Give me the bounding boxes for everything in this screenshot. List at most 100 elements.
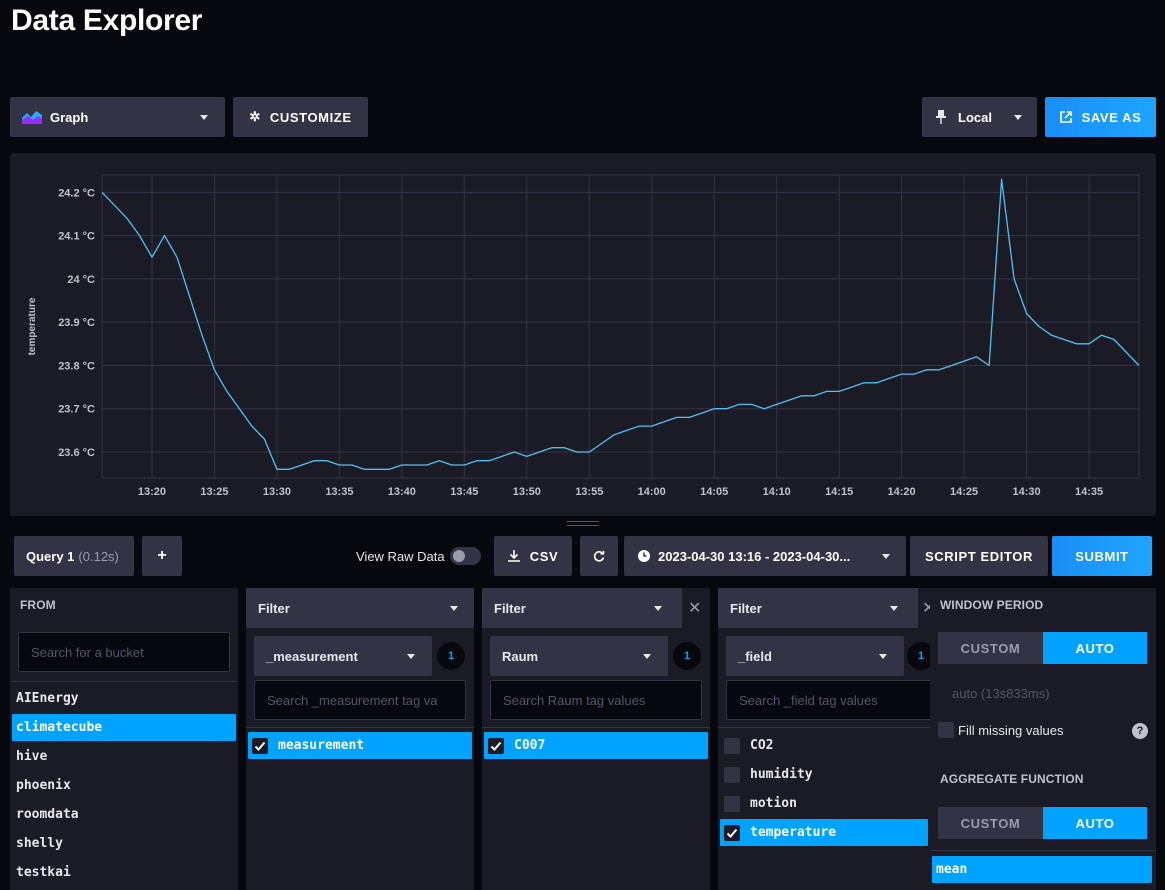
tag-search-input[interactable]: Search Raum tag values [490, 680, 702, 720]
filter-header-label: Filter [730, 600, 762, 616]
refresh-button[interactable] [580, 536, 618, 576]
tag-search-placeholder: Search _measurement tag va [267, 692, 438, 708]
tag-search-placeholder: Search Raum tag values [503, 692, 646, 708]
tag-value-label: measurement [278, 738, 365, 753]
tag-value-label: C007 [514, 738, 546, 753]
x-tick-label: 13:20 [138, 486, 166, 498]
resize-handle[interactable] [567, 521, 599, 522]
chevron-down-icon [407, 654, 415, 659]
query-tab[interactable]: Query 1 (0.12s) [14, 536, 134, 576]
bucket-item[interactable]: climatecube [12, 714, 236, 741]
tag-value-item[interactable]: temperature [720, 819, 928, 846]
tag-key-dropdown[interactable]: _field [726, 636, 904, 676]
customize-button[interactable]: ✲ CUSTOMIZE [233, 97, 368, 137]
chevron-down-icon [879, 654, 887, 659]
y-tick-label: 23.9 °C [58, 317, 95, 329]
aggregate-custom-button[interactable]: CUSTOM [938, 807, 1043, 839]
divider [246, 727, 474, 728]
x-tick-label: 13:35 [325, 486, 353, 498]
bucket-item[interactable]: testkai [12, 859, 236, 886]
from-panel: FROM Search for a bucket AIEnergy climate… [10, 588, 238, 890]
csv-button[interactable]: CSV [494, 536, 572, 576]
aggregate-function-header: AGGREGATE FUNCTION [940, 772, 1084, 786]
save-as-button[interactable]: SAVE AS [1045, 97, 1156, 137]
tag-key-label: _measurement [266, 648, 358, 664]
view-raw-data-toggle[interactable]: View Raw Data [356, 547, 481, 565]
chevron-down-icon [1014, 115, 1022, 120]
bucket-item[interactable]: roomdata [12, 801, 236, 828]
checkbox-checked[interactable] [252, 737, 268, 754]
bucket-search-input[interactable]: Search for a bucket [18, 632, 230, 672]
x-tick-label: 14:30 [1012, 486, 1040, 498]
close-icon[interactable]: ✕ [922, 598, 930, 618]
bucket-search-placeholder: Search for a bucket [31, 644, 144, 660]
window-custom-button[interactable]: CUSTOM [938, 632, 1043, 664]
graph-type-dropdown[interactable]: Graph [10, 97, 225, 137]
aggregate-auto-button[interactable]: AUTO [1043, 807, 1147, 839]
toggle-switch[interactable] [449, 547, 481, 565]
view-raw-label: View Raw Data [356, 548, 445, 564]
filter-header[interactable]: Filter [246, 588, 474, 628]
tag-value-item[interactable]: CO2 [720, 732, 928, 759]
aggregate-function-item[interactable]: mean [932, 856, 1152, 883]
add-label: + [157, 547, 167, 564]
filter-header-label: Filter [258, 600, 290, 616]
selected-count-badge: 1 [907, 642, 930, 670]
timezone-label: Local [958, 109, 992, 125]
x-tick-label: 13:50 [513, 486, 541, 498]
tag-value-label: humidity [750, 767, 813, 782]
bucket-item[interactable]: AIEnergy [12, 685, 236, 712]
bucket-item[interactable]: phoenix [12, 772, 236, 799]
filter-panel-raum: Filter ✕ Raum 1 Search Raum tag values C… [482, 588, 710, 890]
divider [10, 681, 238, 682]
filter-header[interactable]: Filter [718, 588, 918, 628]
tag-search-input[interactable]: Search _field tag values [726, 680, 930, 720]
bucket-item[interactable]: hive [12, 743, 236, 770]
save-as-label: SAVE AS [1081, 109, 1142, 125]
window-auto-button[interactable]: AUTO [1043, 632, 1147, 664]
tag-value-label: CO2 [750, 738, 774, 753]
filter-header[interactable]: Filter [482, 588, 682, 628]
y-tick-label: 24.1 °C [58, 231, 95, 243]
graph-panel: 24.2 °C 24.1 °C 24 °C 23.9 °C 23.8 °C 23.7 °C… [10, 153, 1156, 516]
resize-handle[interactable] [567, 525, 599, 526]
chevron-down-icon [200, 115, 208, 120]
graph-type-icon [22, 111, 42, 124]
checkbox[interactable] [938, 722, 954, 738]
x-tick-label: 14:35 [1075, 486, 1103, 498]
checkbox-checked[interactable] [724, 824, 740, 841]
download-icon [507, 550, 520, 562]
chevron-down-icon [882, 554, 890, 559]
pin-icon [936, 110, 946, 124]
tag-value-item[interactable]: C007 [484, 732, 708, 759]
tag-key-dropdown[interactable]: _measurement [254, 636, 432, 676]
divider [718, 727, 930, 728]
tag-value-item[interactable]: measurement [248, 732, 472, 759]
bucket-item[interactable]: shelly [12, 830, 236, 857]
checkbox[interactable] [724, 795, 740, 812]
timezone-dropdown[interactable]: Local [922, 97, 1037, 137]
submit-button[interactable]: SUBMIT [1052, 536, 1152, 576]
x-tick-label: 14:05 [700, 486, 728, 498]
checkbox-checked[interactable] [488, 737, 504, 754]
refresh-icon [593, 550, 605, 562]
help-icon[interactable]: ? [1132, 723, 1148, 739]
close-icon[interactable]: ✕ [688, 598, 701, 618]
x-tick-label: 13:25 [200, 486, 228, 498]
fill-missing-checkbox[interactable]: Fill missing values [938, 722, 1063, 738]
add-query-button[interactable]: + [142, 536, 182, 576]
y-tick-label: 23.6 °C [58, 447, 95, 459]
selected-count-badge: 1 [437, 642, 465, 670]
window-auto-value: auto (13s833ms) [952, 686, 1050, 701]
tag-key-dropdown[interactable]: Raum [490, 636, 668, 676]
clock-icon [638, 550, 650, 562]
time-range-dropdown[interactable]: 2023-04-30 13:16 - 2023-04-30... [624, 536, 906, 576]
checkbox[interactable] [724, 737, 740, 754]
script-editor-button[interactable]: SCRIPT EDITOR [910, 536, 1048, 576]
tag-search-input[interactable]: Search _measurement tag va [254, 680, 466, 720]
check-icon [254, 741, 266, 751]
tag-value-item[interactable]: humidity [720, 761, 928, 788]
checkbox[interactable] [724, 766, 740, 783]
y-tick-label: 24 °C [67, 274, 95, 286]
tag-value-item[interactable]: motion [720, 790, 928, 817]
